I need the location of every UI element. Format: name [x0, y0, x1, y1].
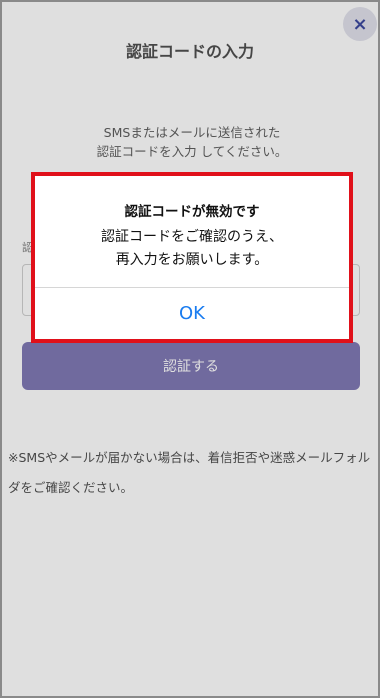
dialog-title: 認証コードが無効です: [124, 204, 260, 220]
ok-button[interactable]: OK: [35, 288, 349, 339]
modal-overlay: [2, 2, 378, 696]
dialog-message: 認証コードをご確認のうえ、 再入力をお願いします。: [101, 229, 283, 268]
error-dialog: 認証コードが無効です 認証コードをご確認のうえ、 再入力をお願いします。 OK: [31, 172, 353, 343]
app-frame: × 認証コードの入力 SMSまたはメールに送信された 認証コードを入力 してくだ…: [0, 0, 380, 698]
